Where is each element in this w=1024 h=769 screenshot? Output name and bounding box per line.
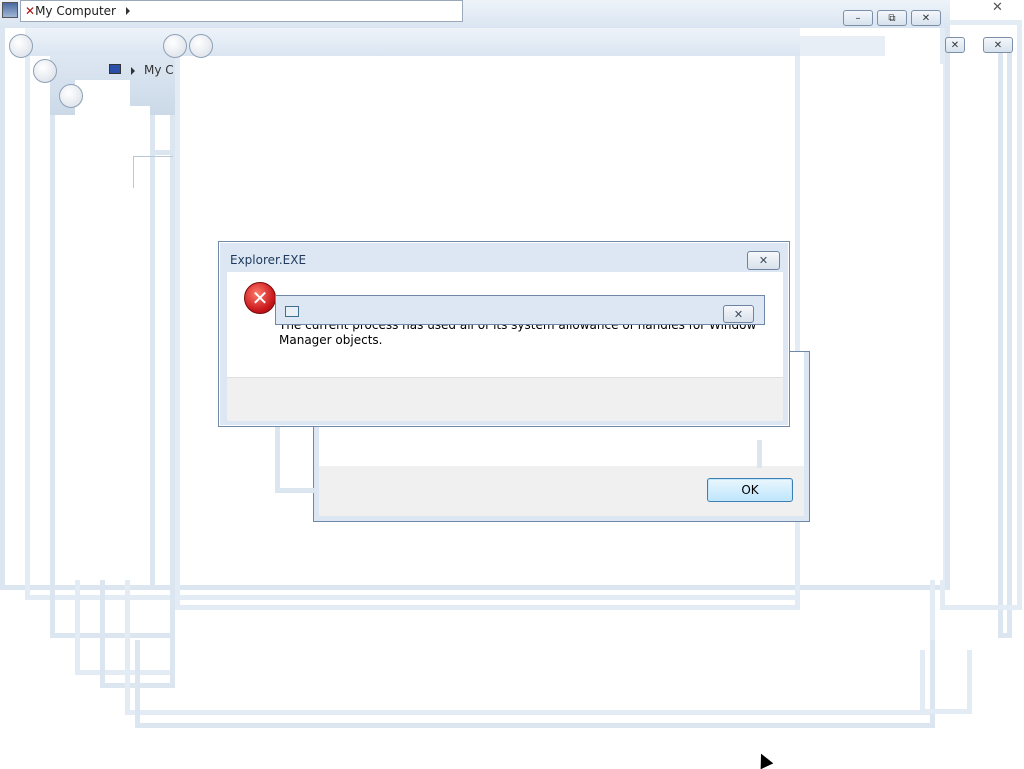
computer-icon: ✕ — [25, 4, 36, 18]
breadcrumb-arrow-icon[interactable] — [126, 7, 130, 15]
ghost-window-frame — [920, 650, 972, 714]
sub-window: ✕ — [275, 295, 765, 325]
address-location: My Computer — [35, 4, 116, 18]
ghost-window-frame — [135, 640, 935, 728]
white-pane — [803, 64, 943, 580]
close-button[interactable]: ✕ — [911, 10, 941, 26]
ghost-window-frame — [940, 20, 1022, 610]
sidebar-label: My Co — [144, 63, 174, 77]
forward-button[interactable] — [163, 34, 187, 58]
title-bar — [25, 28, 800, 56]
close-button[interactable]: ✕ — [723, 305, 754, 323]
mouse-cursor-icon — [754, 750, 774, 769]
restore-button[interactable]: ⧉ — [877, 10, 907, 26]
back-button[interactable] — [33, 59, 57, 83]
navigation-bar — [800, 36, 885, 56]
forward-button[interactable] — [189, 34, 213, 58]
minimize-button[interactable]: – — [843, 10, 873, 26]
chevron-right-icon — [131, 67, 135, 75]
close-icon[interactable]: ✕ — [992, 0, 1003, 15]
dialog-title: Explorer.EXE — [230, 253, 307, 267]
address-bar[interactable]: ✕ My Computer — [20, 0, 463, 22]
dialog-footer — [227, 377, 783, 421]
ghost-window-frame — [150, 60, 175, 590]
computer-icon — [109, 64, 121, 74]
back-button[interactable] — [9, 34, 33, 58]
back-button[interactable] — [59, 84, 83, 108]
splitter — [133, 156, 173, 188]
close-button[interactable]: ✕ — [983, 37, 1013, 53]
error-icon: ✕ — [244, 282, 276, 314]
white-pane — [75, 80, 130, 580]
window-icon — [285, 306, 299, 317]
app-icon — [2, 2, 18, 18]
close-button[interactable]: ✕ — [945, 37, 965, 53]
ghost-window-frame — [275, 420, 315, 493]
ghost-window-frame — [757, 440, 767, 468]
ok-button[interactable]: OK — [707, 478, 793, 502]
close-button[interactable]: ✕ — [747, 251, 780, 270]
